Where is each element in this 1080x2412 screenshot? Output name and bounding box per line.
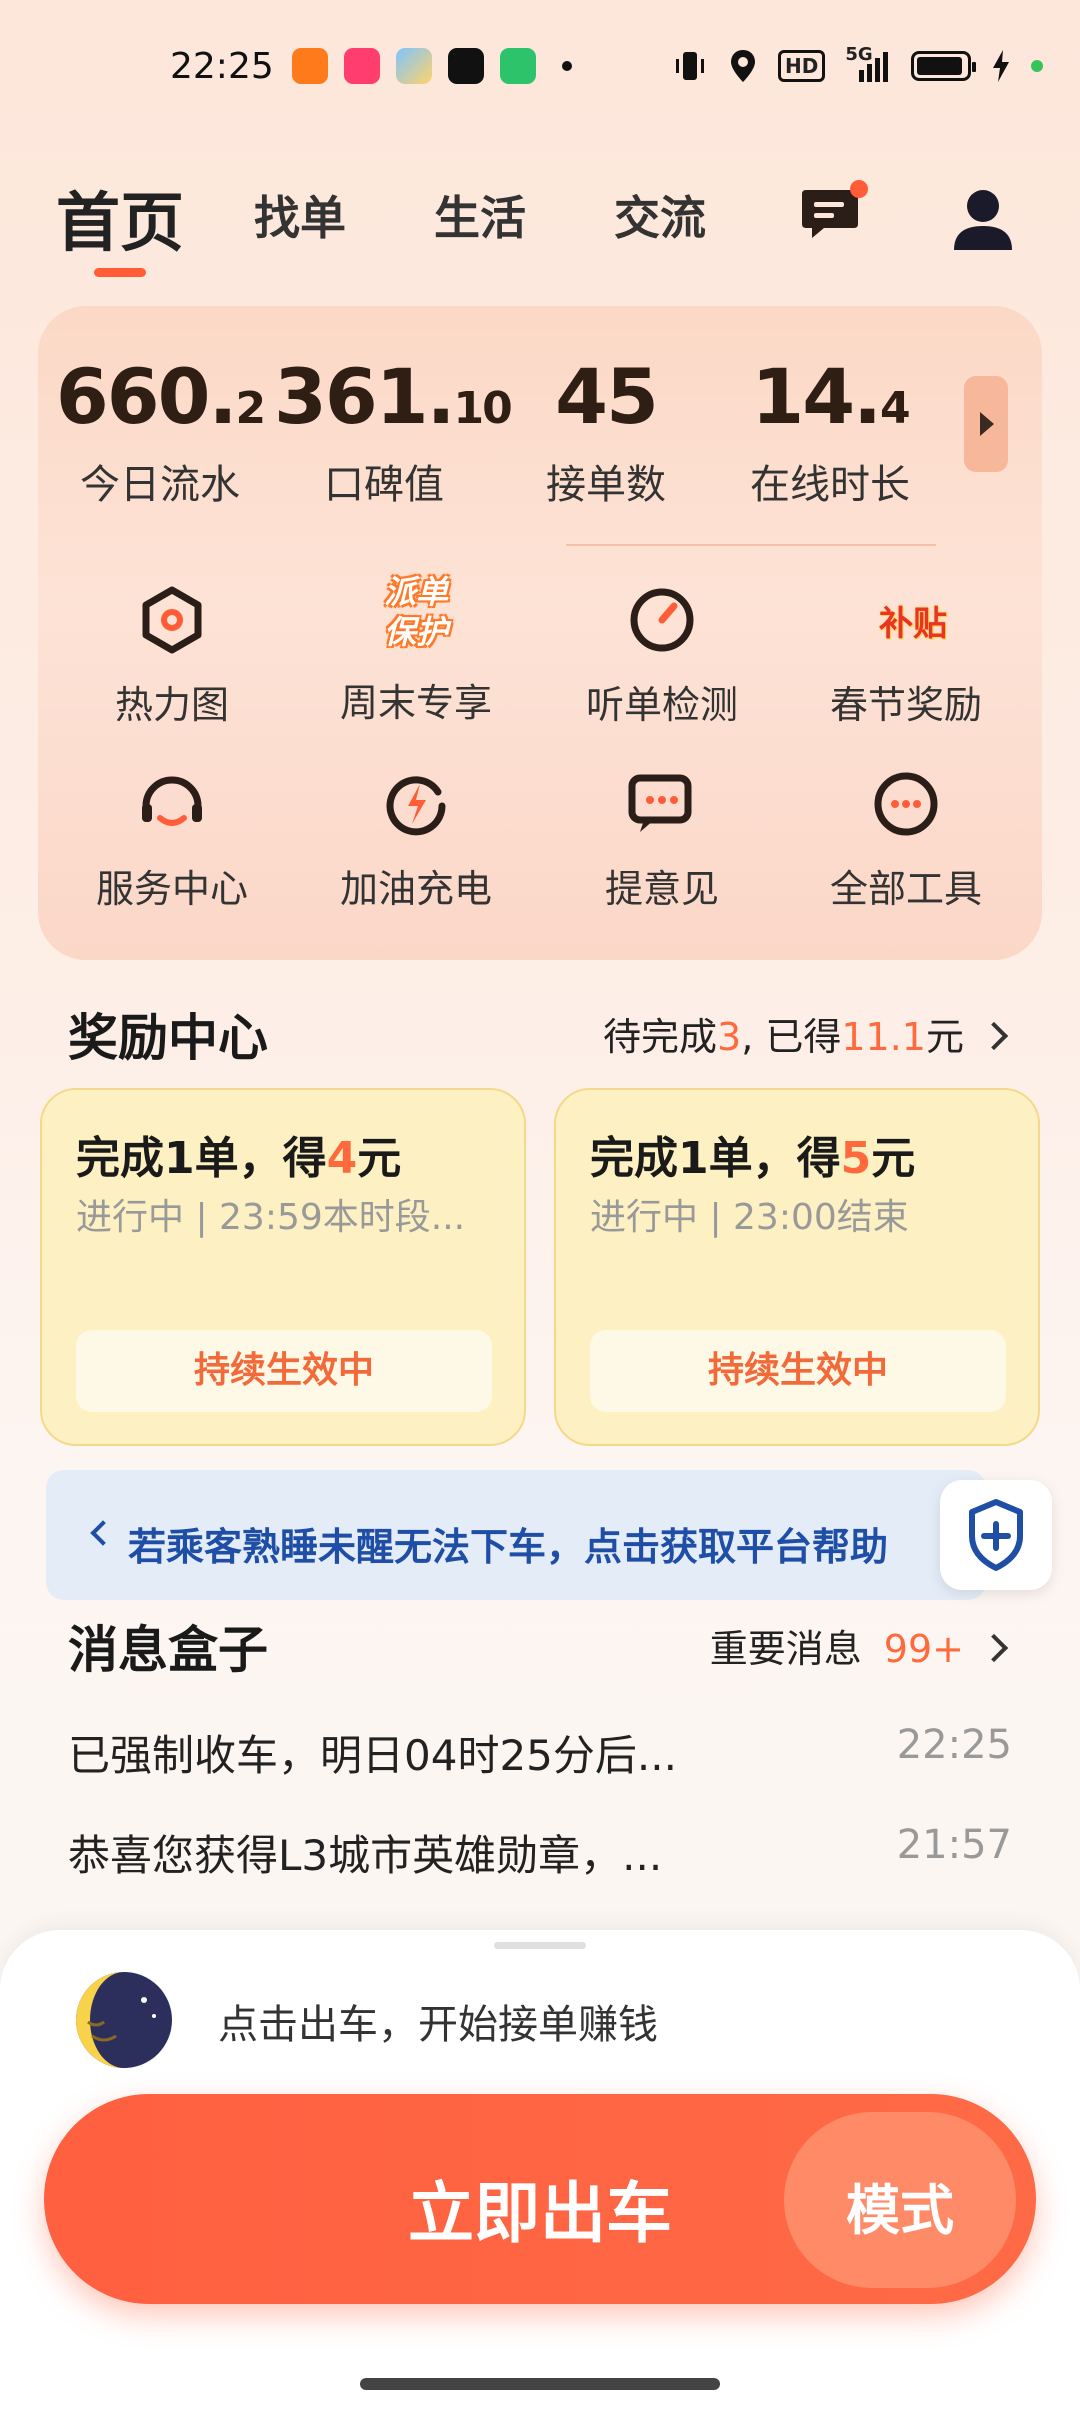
shield-icon: [969, 1499, 1023, 1571]
heatmap-icon: [134, 582, 210, 658]
unread-dot: [850, 180, 868, 198]
weather-icon: [396, 48, 432, 84]
safety-shield-button[interactable]: [940, 1480, 1052, 1590]
stats-divider: [566, 544, 936, 546]
stat-reputation[interactable]: 361.10: [274, 352, 513, 441]
tab-active-indicator: [94, 268, 146, 277]
stat-orders[interactable]: 45: [496, 352, 716, 441]
hd-badge: HD: [778, 50, 826, 82]
dispatch-protect-icon: 派单 保护: [383, 573, 448, 651]
important-messages-link[interactable]: 重要消息 99+: [710, 1618, 1009, 1673]
health-icon: [344, 48, 380, 84]
reward-status-badge: 持续生效中: [76, 1330, 492, 1412]
moon-avatar-icon: [74, 1970, 174, 2070]
reward-summary-link[interactable]: 待完成3, 已得11.1元: [603, 1006, 1009, 1061]
status-indicators: HD 5G: [672, 44, 1044, 84]
vibrate-icon: [672, 48, 708, 84]
battery-icon: [911, 51, 977, 81]
chevron-right-icon: [979, 1021, 1009, 1051]
charge-icon: [378, 766, 454, 842]
stat-label-reputation: 口碑值: [324, 462, 444, 508]
privacy-dot-icon: [1031, 60, 1044, 72]
headset-icon: [134, 766, 210, 842]
stats-more-button[interactable]: [964, 376, 1008, 472]
go-online-prompt: 点击出车，开始接单赚钱: [218, 2002, 658, 2048]
message-box-title: 消息盒子: [68, 1621, 268, 1679]
tool-all-tools[interactable]: 全部工具: [786, 766, 1026, 913]
tool-fuel-charge[interactable]: 加油充电: [296, 766, 536, 913]
more-dot-icon: [562, 61, 572, 71]
tool-spring-festival-reward[interactable]: 补贴 春节奖励: [786, 582, 1026, 729]
stat-label-revenue: 今日流水: [80, 462, 240, 508]
mode-label[interactable]: 模式: [784, 2166, 1016, 2245]
user-icon[interactable]: [950, 188, 1016, 252]
stat-label-orders: 接单数: [546, 462, 666, 508]
tab-home[interactable]: 首页: [56, 172, 184, 264]
charging-icon: [991, 48, 1011, 84]
message-item[interactable]: 恭喜您获得L3城市英雄勋章，... 21:57: [68, 1822, 1012, 1883]
tool-weekend-exclusive[interactable]: 派单 保护 周末专享: [296, 572, 536, 727]
subsidy-icon: 补贴: [879, 604, 947, 644]
tiktok-icon: [448, 48, 484, 84]
safety-help-text[interactable]: 若乘客熟睡未醒无法下车，点击获取平台帮助: [128, 1516, 888, 1571]
shield-app-icon: [500, 48, 536, 84]
tab-life[interactable]: 生活: [434, 182, 526, 248]
tab-community[interactable]: 交流: [614, 182, 706, 248]
sheet-drag-handle[interactable]: [494, 1942, 586, 1949]
stat-label-online-hours: 在线时长: [750, 462, 910, 508]
location-icon: [728, 48, 758, 84]
tool-service-center[interactable]: 服务中心: [52, 766, 292, 913]
status-time: 22:25: [170, 46, 274, 87]
chevron-right-icon: [979, 1633, 1009, 1663]
home-indicator[interactable]: [360, 2378, 720, 2390]
tool-listen-check[interactable]: 听单检测: [542, 582, 782, 729]
message-item[interactable]: 已强制收车，明日04时25分后... 22:25: [68, 1722, 1012, 1783]
go-online-label[interactable]: 立即出车: [300, 2160, 780, 2256]
reward-card[interactable]: 完成1单，得4元 进行中 | 23:59本时段... 持续生效中: [40, 1088, 526, 1446]
signal-icon: 5G: [845, 44, 891, 84]
tool-heatmap[interactable]: 热力图: [52, 582, 292, 729]
tool-feedback[interactable]: 提意见: [542, 766, 782, 913]
didi-icon: [292, 48, 328, 84]
status-app-icons: [292, 48, 572, 84]
stat-online-hours[interactable]: 14.4: [720, 352, 940, 441]
more-tools-icon: [868, 766, 944, 842]
gauge-icon: [624, 582, 700, 658]
reward-center-title: 奖励中心: [68, 1009, 268, 1067]
tab-find-orders[interactable]: 找单: [254, 182, 346, 248]
feedback-icon: [624, 766, 700, 842]
reward-card[interactable]: 完成1单，得5元 进行中 | 23:00结束 持续生效中: [554, 1088, 1040, 1446]
stat-revenue[interactable]: 660.2: [50, 352, 270, 441]
reward-status-badge: 持续生效中: [590, 1330, 1006, 1412]
